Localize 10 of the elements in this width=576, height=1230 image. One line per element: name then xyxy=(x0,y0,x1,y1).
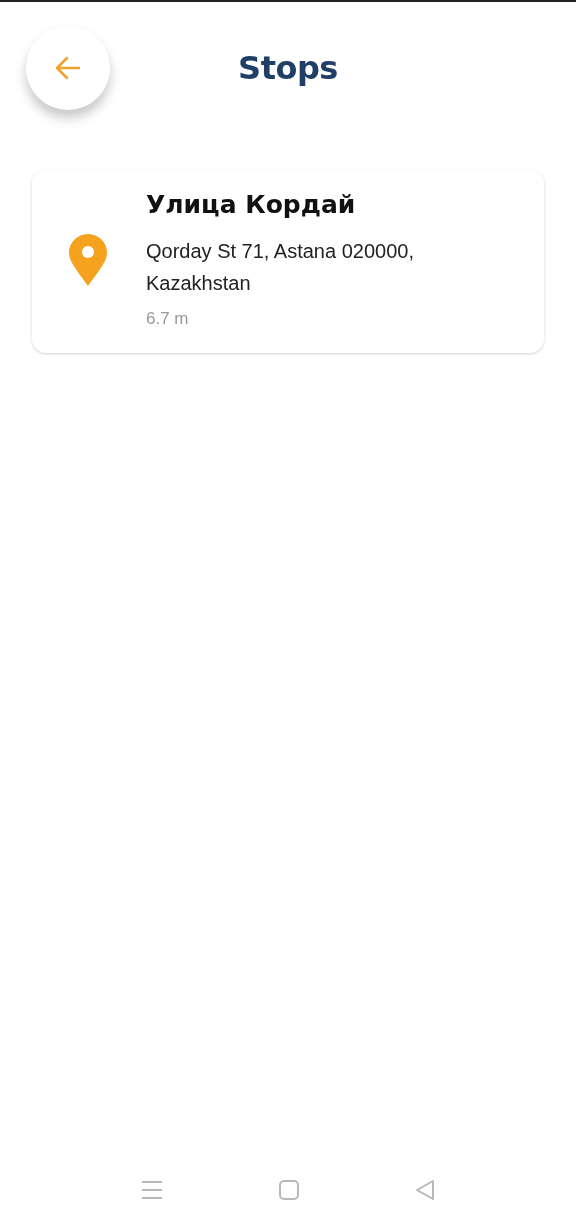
stop-address: Qorday St 71, Astana 020000, Kazakhstan xyxy=(146,239,415,296)
back-icon[interactable] xyxy=(414,1179,436,1201)
back-button[interactable] xyxy=(26,26,110,110)
home-icon[interactable] xyxy=(278,1179,300,1201)
stop-card[interactable]: Улица Кордай Qorday St 71, Astana 020000, Kazakhstan 6.7 m xyxy=(32,170,544,353)
location-pin-icon xyxy=(68,232,108,287)
page-title: Stops xyxy=(238,49,338,87)
menu-icon[interactable] xyxy=(140,1179,164,1201)
stop-name: Улица Кордай xyxy=(146,190,357,219)
stop-distance: 6.7 m xyxy=(146,309,190,329)
